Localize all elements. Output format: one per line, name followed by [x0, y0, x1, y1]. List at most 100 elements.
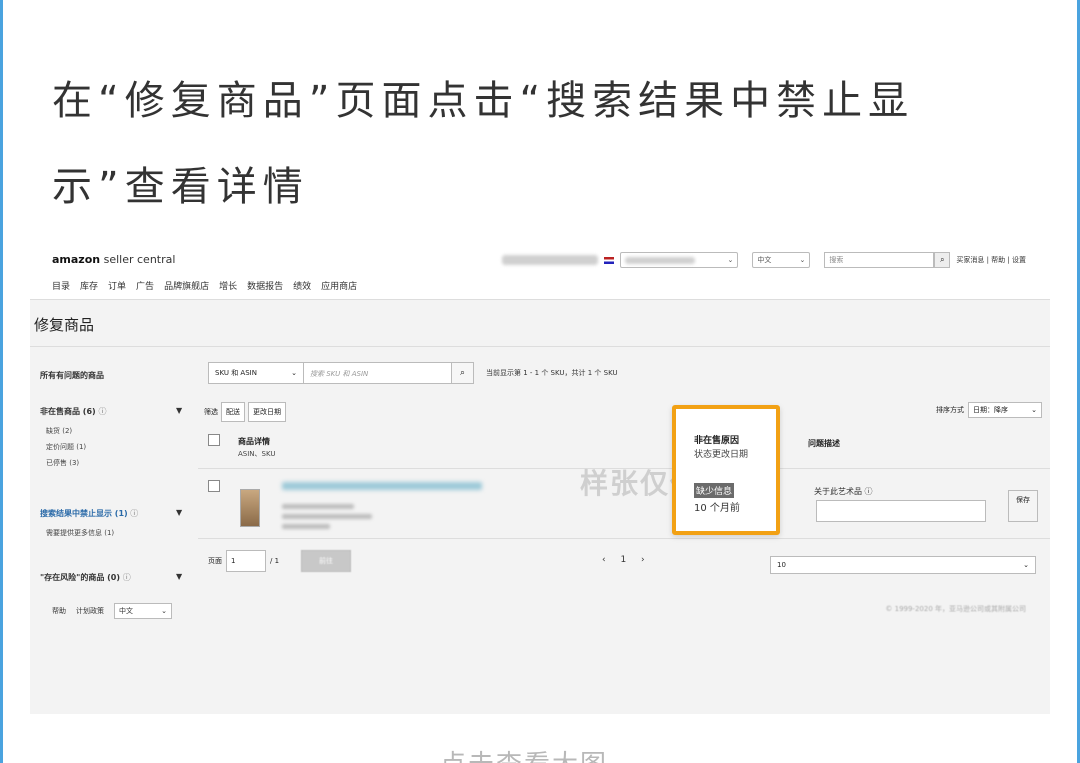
- marketplace-blurred: [625, 256, 696, 264]
- language-select[interactable]: 中文 ⌄: [752, 252, 811, 268]
- marketplace-select[interactable]: ⌄: [620, 252, 739, 268]
- col-product-subheader: ASIN、SKU: [238, 450, 276, 458]
- sidebar: 所有有问题的商品 非在售商品 (6) ⓘ ▼ 缺货 (2) 定价问题 (1) 已…: [30, 348, 192, 598]
- filter-change-date-button[interactable]: 更改日期: [248, 402, 286, 422]
- headline-line-1: 在“修复商品”页面点击“搜索结果中禁止显: [52, 78, 915, 124]
- top-right-controls: ⌄ 中文 ⌄ 搜索 ⌕ 买家消息 | 帮助 | 设置: [502, 252, 1026, 268]
- about-artwork-label: 关于此艺术品 ⓘ: [814, 487, 873, 496]
- sidebar-inactive[interactable]: 非在售商品 (6) ⓘ: [40, 406, 106, 417]
- account-email-blurred: [502, 255, 599, 265]
- chevron-down-icon: ⌄: [799, 256, 806, 264]
- us-flag-icon: [604, 256, 615, 264]
- language-value: 中文: [757, 256, 772, 264]
- sidebar-item-more-info[interactable]: 需要提供更多信息 (1): [46, 528, 114, 538]
- amazon-logo[interactable]: amazon seller central: [52, 253, 175, 266]
- pager-controls[interactable]: ‹ 1 ›: [602, 555, 651, 565]
- headline-line-2: 示”查看详情: [52, 164, 309, 210]
- top-links[interactable]: 买家消息 | 帮助 | 设置: [956, 255, 1026, 265]
- sidebar-all-issues[interactable]: 所有有问题的商品: [40, 370, 104, 381]
- sidebar-suppressed[interactable]: 搜索结果中禁止显示 (1) ⓘ: [40, 508, 138, 519]
- product-asin-blurred: [282, 504, 354, 509]
- main-panel: SKU 和 ASIN ⌄ 搜索 SKU 和 ASIN ⌕ 当前显示第 1 - 1…: [198, 348, 1050, 598]
- footer-language-select[interactable]: 中文 ⌄: [114, 603, 172, 619]
- caret-down-icon[interactable]: ▼: [176, 508, 182, 517]
- nav-advertising[interactable]: 广告: [136, 279, 154, 292]
- filter-fulfillment-button[interactable]: 配送: [221, 402, 245, 422]
- col-product-header: 商品详情: [238, 437, 270, 446]
- caret-down-icon[interactable]: ▼: [176, 406, 182, 415]
- page-title: 修复商品: [34, 316, 95, 334]
- logo-brand: amazon: [52, 253, 101, 266]
- callout-subtitle: 状态更改日期: [694, 450, 749, 460]
- nav-inventory[interactable]: 库存: [80, 279, 98, 292]
- footer: 帮助 计划政策 中文 ⌄: [52, 603, 172, 619]
- col-issue-header: 问题描述: [808, 439, 840, 448]
- sort-label: 排序方式: [936, 406, 964, 414]
- chevron-down-icon: ⌄: [161, 607, 167, 615]
- row-divider: [198, 538, 1050, 539]
- copyright: © 1999-2020 年，亚马逊公司或其附属公司: [885, 605, 1026, 613]
- go-button[interactable]: 前往: [301, 550, 352, 572]
- frame-border-left: [0, 0, 3, 763]
- sort-value: 日期：降序: [973, 406, 1008, 414]
- sidebar-item-pricing[interactable]: 定价问题 (1): [46, 442, 86, 452]
- nav-growth[interactable]: 增长: [219, 279, 237, 292]
- caption[interactable]: 点击查看大图: [440, 744, 608, 763]
- sku-select-value: SKU 和 ASIN: [215, 369, 257, 377]
- page-label: 页面: [208, 557, 222, 565]
- per-page-select[interactable]: 10 ⌄: [770, 556, 1036, 574]
- caret-down-icon[interactable]: ▼: [176, 572, 182, 581]
- sidebar-suppressed-label: 搜索结果中禁止显示 (1): [40, 509, 128, 518]
- seller-central-screenshot: amazon seller central 目录 库存 订单 广告 品牌旗舰店 …: [30, 246, 1050, 714]
- sku-search-input[interactable]: 搜索 SKU 和 ASIN: [304, 362, 452, 384]
- chevron-down-icon: ⌄: [291, 369, 297, 377]
- pagination-row: 页面 1 / 1 前往: [208, 550, 352, 572]
- page-number-input[interactable]: 1: [226, 550, 266, 572]
- footer-language-value: 中文: [119, 607, 133, 615]
- chevron-down-icon: ⌄: [1031, 406, 1037, 414]
- page-total: / 1: [270, 557, 280, 565]
- info-icon: ⓘ: [130, 509, 139, 518]
- top-bar: amazon seller central 目录 库存 订单 广告 品牌旗舰店 …: [30, 246, 1050, 300]
- sidebar-item-discontinued[interactable]: 已停售 (3): [46, 458, 79, 468]
- top-search-input[interactable]: 搜索: [824, 252, 935, 268]
- result-count: 当前显示第 1 - 1 个 SKU，共计 1 个 SKU: [486, 369, 618, 377]
- headline: 在“修复商品”页面点击“搜索结果中禁止显 示”查看详情: [52, 58, 1042, 230]
- row-checkbox[interactable]: [208, 480, 220, 492]
- sort-select[interactable]: 日期：降序 ⌄: [968, 402, 1042, 418]
- info-icon: ⓘ: [98, 407, 107, 416]
- search-row: SKU 和 ASIN ⌄ 搜索 SKU 和 ASIN ⌕ 当前显示第 1 - 1…: [208, 362, 618, 384]
- product-title-blurred[interactable]: [282, 482, 482, 490]
- sort-row: 排序方式 日期：降序 ⌄: [936, 402, 1042, 418]
- main-nav: 目录 库存 订单 广告 品牌旗舰店 增长 数据报告 绩效 应用商店: [52, 279, 357, 292]
- search-icon[interactable]: ⌕: [934, 252, 951, 268]
- sidebar-inactive-label: 非在售商品 (6): [40, 407, 96, 416]
- info-icon: ⓘ: [122, 573, 131, 582]
- product-condition-blurred: [282, 524, 330, 529]
- nav-orders[interactable]: 订单: [108, 279, 126, 292]
- nav-appstore[interactable]: 应用商店: [321, 279, 357, 292]
- filter-label: 筛选: [204, 408, 218, 416]
- highlight-callout: 非在售原因 状态更改日期 缺少信息 10 个月前: [672, 405, 780, 535]
- footer-help-link[interactable]: 帮助: [52, 606, 66, 616]
- sidebar-item-out-of-stock[interactable]: 缺货 (2): [46, 426, 72, 436]
- callout-time: 10 个月前: [694, 503, 740, 514]
- select-all-checkbox[interactable]: [208, 434, 220, 446]
- sku-field-select[interactable]: SKU 和 ASIN ⌄: [208, 362, 304, 384]
- callout-reason[interactable]: 缺少信息: [694, 483, 735, 498]
- nav-reports[interactable]: 数据报告: [247, 279, 283, 292]
- chevron-down-icon: ⌄: [727, 256, 734, 264]
- sidebar-at-risk[interactable]: "存在风险"的商品 (0) ⓘ: [40, 572, 131, 583]
- logo-product: seller central: [100, 253, 176, 266]
- title-divider: [30, 346, 1050, 347]
- search-icon[interactable]: ⌕: [452, 362, 474, 384]
- product-thumbnail[interactable]: [240, 489, 260, 527]
- per-page-value: 10: [777, 561, 786, 569]
- save-button[interactable]: 保存: [1008, 490, 1038, 522]
- nav-catalog[interactable]: 目录: [52, 279, 70, 292]
- footer-policy-link[interactable]: 计划政策: [76, 606, 104, 616]
- nav-performance[interactable]: 绩效: [293, 279, 311, 292]
- about-artwork-input[interactable]: [816, 500, 986, 522]
- product-sku-blurred: [282, 514, 372, 519]
- nav-stores[interactable]: 品牌旗舰店: [164, 279, 209, 292]
